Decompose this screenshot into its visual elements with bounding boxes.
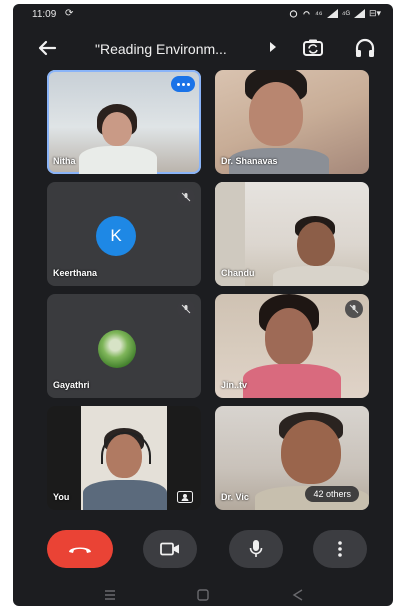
participant-tile-jin[interactable]: Jin..tv <box>215 294 369 398</box>
others-count-badge[interactable]: 42 others <box>305 486 359 502</box>
end-call-button[interactable] <box>47 530 113 568</box>
video-camera-icon <box>160 542 179 556</box>
microphone-toggle-button[interactable] <box>229 530 283 568</box>
participant-face <box>102 112 132 146</box>
camera-toggle-button[interactable] <box>143 530 197 568</box>
network-type: ⁴⁶ <box>315 8 323 19</box>
participant-name: Dr. Shanavas <box>221 156 278 166</box>
participant-face <box>297 222 335 266</box>
meeting-header: "Reading Environm... <box>13 32 393 70</box>
participant-name: You <box>53 492 70 502</box>
bluetooth-headset-icon <box>303 11 310 15</box>
call-controls <box>13 520 393 576</box>
participant-tile-chandu[interactable]: Chandu <box>215 182 369 286</box>
signal-icon <box>326 9 338 18</box>
meet-app-screen: 11:09 ⟳ ⁴⁶ ⁴ᴳ ⊟▾ "Reading Environm... Ni… <box>13 4 393 606</box>
more-vertical-icon <box>338 541 342 557</box>
speaking-indicator-icon <box>171 76 195 92</box>
participant-name: Nitha <box>53 156 76 166</box>
participant-name: Keerthana <box>53 268 98 278</box>
avatar: K <box>96 216 136 256</box>
chevron-right-icon[interactable] <box>269 42 277 52</box>
status-bar: 11:09 ⟳ ⁴⁶ ⁴ᴳ ⊟▾ <box>13 4 393 26</box>
mic-off-icon <box>177 188 195 206</box>
participant-body <box>79 146 157 174</box>
participant-body <box>243 364 341 398</box>
participant-body <box>83 480 167 510</box>
participant-name: Dr. Vic <box>221 492 249 502</box>
home-icon[interactable] <box>196 589 210 601</box>
participant-name: Jin..tv <box>221 380 248 390</box>
microphone-icon <box>249 540 263 557</box>
more-options-button[interactable] <box>313 530 367 568</box>
signal-icon-2 <box>353 9 365 18</box>
switch-camera-icon[interactable] <box>301 36 325 60</box>
back-icon[interactable] <box>291 589 305 601</box>
mic-off-icon <box>345 300 363 318</box>
participant-name: Chandu <box>221 268 255 278</box>
participant-tile-dr-shanavas[interactable]: Dr. Shanavas <box>215 70 369 174</box>
participant-tile-keerthana[interactable]: K Keerthana <box>47 182 201 286</box>
status-indicators: ⁴⁶ ⁴ᴳ ⊟▾ <box>289 8 381 19</box>
participant-tile-you[interactable]: You <box>47 406 201 510</box>
menu-icon[interactable] <box>103 589 117 601</box>
participant-tile-dr-vic[interactable]: Dr. Vic 42 others <box>215 406 369 510</box>
arrow-left-icon[interactable] <box>35 36 59 60</box>
phone-hangup-icon <box>69 547 91 553</box>
status-time: 11:09 <box>32 9 57 20</box>
participant-tile-gayathri[interactable]: Gayathri <box>47 294 201 398</box>
avatar <box>98 330 136 368</box>
data-type: ⁴ᴳ <box>341 8 350 19</box>
participant-face <box>281 420 341 484</box>
meeting-title[interactable]: "Reading Environm... <box>95 41 273 57</box>
system-navigation-bar <box>13 584 393 606</box>
participant-body <box>273 266 369 286</box>
participants-icon[interactable] <box>177 491 193 503</box>
headphones-icon[interactable] <box>353 36 377 60</box>
participant-tile-nitha[interactable]: Nitha <box>47 70 201 174</box>
alarm-icon <box>289 10 298 18</box>
participant-face <box>249 82 303 146</box>
mic-off-icon <box>177 300 195 318</box>
battery-icon: ⊟▾ <box>368 8 381 18</box>
participant-name: Gayathri <box>53 380 90 390</box>
participant-face <box>265 308 313 366</box>
sync-status-icon: ⟳ <box>65 8 74 19</box>
